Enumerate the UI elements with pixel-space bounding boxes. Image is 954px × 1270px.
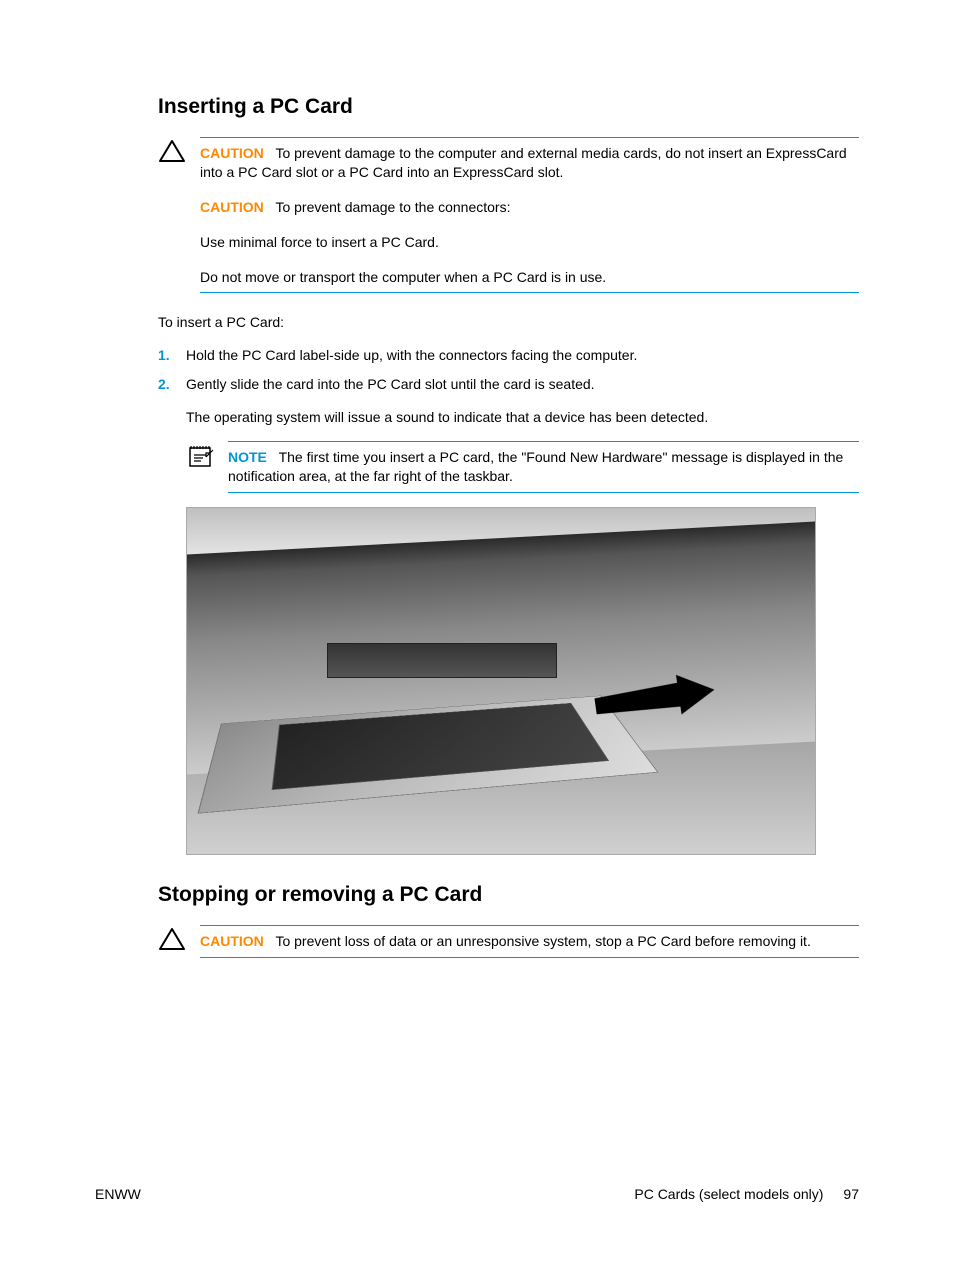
caution-label: CAUTION [200, 199, 264, 215]
heading-inserting: Inserting a PC Card [158, 95, 859, 119]
heading-stopping: Stopping or removing a PC Card [158, 883, 859, 907]
list-item: 2. Gently slide the card into the PC Car… [158, 375, 859, 394]
page-number: 97 [843, 1186, 859, 1202]
steps-list: 1. Hold the PC Card label-side up, with … [158, 346, 859, 394]
caution-label: CAUTION [200, 145, 264, 161]
footer-left: ENWW [95, 1186, 141, 1202]
note-label: NOTE [228, 449, 267, 465]
caution-block-2: CAUTION To prevent loss of data or an un… [158, 925, 859, 958]
caution-block-1: CAUTION To prevent damage to the compute… [158, 137, 859, 293]
caution-icon [158, 925, 186, 956]
caution-content-2: CAUTION To prevent loss of data or an un… [200, 925, 859, 958]
note-content-1: NOTE The first time you insert a PC card… [228, 441, 859, 493]
caution-text-1d: Do not move or transport the computer wh… [200, 268, 859, 287]
step-text: Hold the PC Card label-side up, with the… [186, 346, 859, 365]
step-number: 2. [158, 375, 186, 394]
page-footer: ENWW PC Cards (select models only) 97 [95, 1186, 859, 1202]
caution-text-1a: To prevent damage to the computer and ex… [200, 145, 847, 180]
step-number: 1. [158, 346, 186, 365]
intro-text: To insert a PC Card: [158, 313, 859, 332]
caution-text-1b: To prevent damage to the connectors: [275, 199, 510, 215]
note-block-1: NOTE The first time you insert a PC card… [186, 441, 859, 493]
caution-content-1: CAUTION To prevent damage to the compute… [200, 137, 859, 293]
list-item: 1. Hold the PC Card label-side up, with … [158, 346, 859, 365]
caution-icon [158, 137, 186, 168]
sub-body-text: The operating system will issue a sound … [186, 408, 859, 427]
footer-section: PC Cards (select models only) [634, 1186, 823, 1202]
caution-text-1c: Use minimal force to insert a PC Card. [200, 233, 859, 252]
note-text: The first time you insert a PC card, the… [228, 449, 843, 484]
caution-label: CAUTION [200, 933, 264, 949]
step-text: Gently slide the card into the PC Card s… [186, 375, 859, 394]
note-icon [186, 441, 214, 474]
pc-card-illustration [186, 507, 816, 855]
caution-text-2: To prevent loss of data or an unresponsi… [275, 933, 810, 949]
